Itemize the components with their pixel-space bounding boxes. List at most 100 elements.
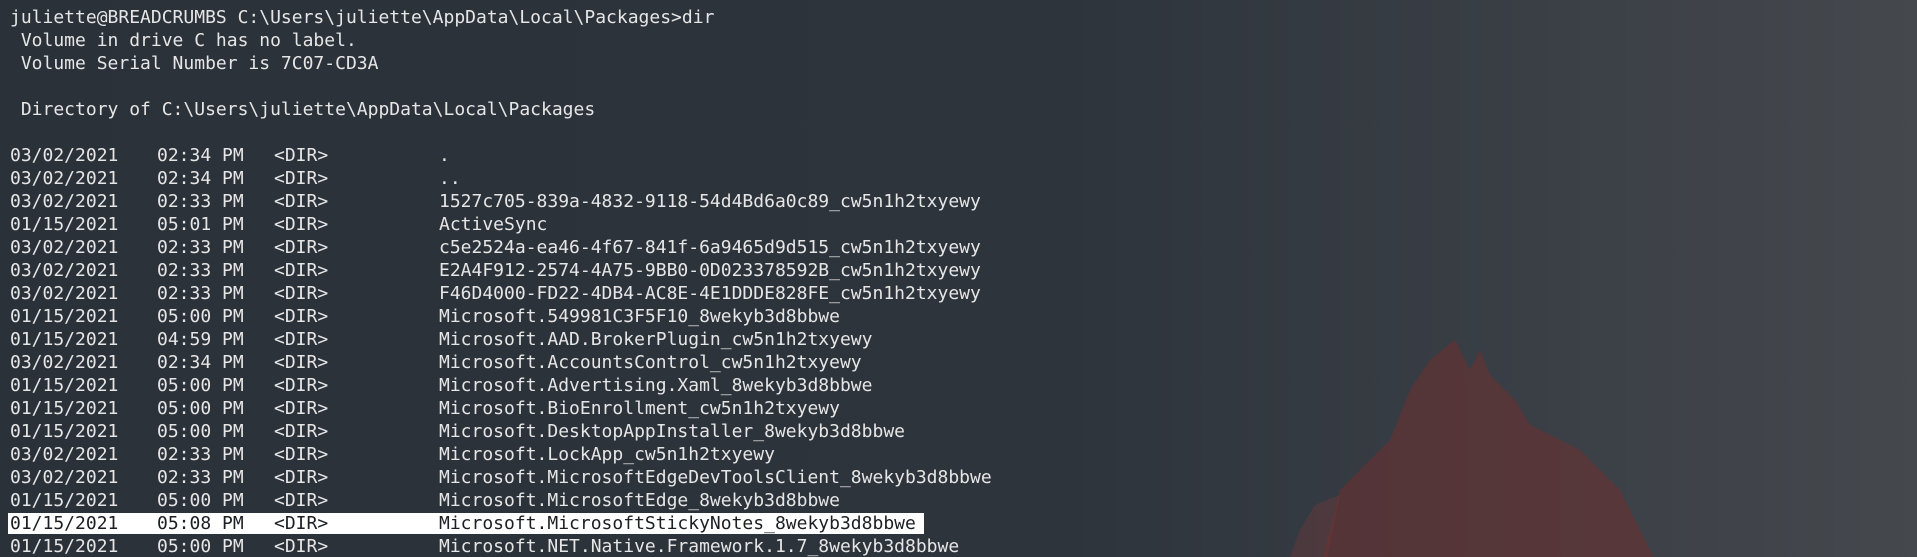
- entry-time: 02:34 PM: [157, 145, 244, 166]
- directory-entry[interactable]: 03/02/2021 02:33 PM <DIR> 1527c705-839a-483…: [10, 190, 1917, 213]
- entry-date: 01/15/2021: [10, 536, 119, 557]
- entry-time: 05:08 PM: [157, 513, 244, 534]
- entry-type: <DIR>: [274, 421, 329, 442]
- entry-type: <DIR>: [274, 398, 329, 419]
- entry-date: 03/02/2021: [10, 260, 119, 281]
- directory-entry[interactable]: 01/15/2021 05:00 PM <DIR> Microsoft.Desktop…: [10, 420, 1917, 443]
- directory-entry[interactable]: 03/02/2021 02:33 PM <DIR> Microsoft.LockApp…: [10, 443, 1917, 466]
- entry-time: 05:00 PM: [157, 421, 244, 442]
- entry-time: 05:01 PM: [157, 214, 244, 235]
- entry-name: ActiveSync: [439, 214, 548, 235]
- entry-date: 03/02/2021: [10, 237, 119, 258]
- entry-time: 02:33 PM: [157, 467, 244, 488]
- entry-time: 04:59 PM: [157, 329, 244, 350]
- directory-listing: 03/02/2021 02:34 PM <DIR>. 03/02/2021 02:34 …: [8, 144, 1917, 557]
- entry-type: <DIR>: [274, 444, 329, 465]
- volume-label-line: Volume in drive C has no label.: [10, 30, 357, 51]
- directory-entry[interactable]: 01/15/2021 05:00 PM <DIR> Microsoft.Microso…: [10, 489, 1917, 512]
- entry-type: <DIR>: [274, 260, 329, 281]
- directory-entry[interactable]: 03/02/2021 02:33 PM <DIR> F46D4000-FD22-4DB…: [10, 282, 1917, 305]
- entry-date: 03/02/2021: [10, 283, 119, 304]
- entry-date: 03/02/2021: [10, 145, 119, 166]
- entry-name: 1527c705-839a-4832-9118-54d4Bd6a0c89_cw5…: [439, 191, 981, 212]
- directory-entry[interactable]: 01/15/2021 05:00 PM <DIR> Microsoft.549981C…: [10, 305, 1917, 328]
- entry-name: E2A4F912-2574-4A75-9BB0-0D023378592B_cw5…: [439, 260, 981, 281]
- entry-name: Microsoft.AAD.BrokerPlugin_cw5n1h2txyewy: [439, 329, 873, 350]
- header-block: juliette@BREADCRUMBS C:\Users\juliette\A…: [10, 6, 1917, 144]
- entry-type: <DIR>: [274, 329, 329, 350]
- directory-entry[interactable]: 01/15/2021 05:01 PM <DIR> ActiveSync: [10, 213, 1917, 236]
- directory-of-line: Directory of C:\Users\juliette\AppData\L…: [10, 99, 596, 120]
- directory-entry[interactable]: 01/15/2021 04:59 PM <DIR> Microsoft.AAD.Bro…: [10, 328, 1917, 351]
- entry-name: ..: [439, 168, 461, 189]
- entry-time: 05:00 PM: [157, 490, 244, 511]
- directory-entry[interactable]: 03/02/2021 02:33 PM <DIR> Microsoft.Microso…: [10, 466, 1917, 489]
- entry-type: <DIR>: [274, 490, 329, 511]
- directory-entry[interactable]: 01/15/2021 05:00 PM <DIR> Microsoft.BioEnro…: [10, 397, 1917, 420]
- directory-entry[interactable]: 03/02/2021 02:34 PM <DIR> Microsoft.Account…: [10, 351, 1917, 374]
- entry-type: <DIR>: [274, 536, 329, 557]
- entry-time: 05:00 PM: [157, 375, 244, 396]
- entry-name: Microsoft.DesktopAppInstaller_8wekyb3d8b…: [439, 421, 905, 442]
- entry-date: 01/15/2021: [10, 513, 119, 534]
- entry-time: 02:33 PM: [157, 237, 244, 258]
- entry-date: 01/15/2021: [10, 329, 119, 350]
- entry-type: <DIR>: [274, 467, 329, 488]
- entry-time: 05:00 PM: [157, 306, 244, 327]
- entry-name: Microsoft.549981C3F5F10_8wekyb3d8bbwe: [439, 306, 840, 327]
- entry-time: 02:34 PM: [157, 352, 244, 373]
- entry-date: 01/15/2021: [10, 306, 119, 327]
- directory-entry-selected[interactable]: 01/15/2021 05:08 PM <DIR> Microsoft.Microso…: [8, 512, 1917, 535]
- directory-entry[interactable]: 03/02/2021 02:34 PM <DIR>..: [10, 167, 1917, 190]
- entry-type: <DIR>: [274, 352, 329, 373]
- entry-type: <DIR>: [274, 306, 329, 327]
- entry-name: .: [439, 145, 450, 166]
- prompt-line: juliette@BREADCRUMBS C:\Users\juliette\A…: [10, 7, 715, 28]
- terminal-output: juliette@BREADCRUMBS C:\Users\juliette\A…: [8, 6, 1917, 557]
- entry-date: 03/02/2021: [10, 444, 119, 465]
- entry-name: Microsoft.MicrosoftEdgeDevToolsClient_8w…: [439, 467, 992, 488]
- entry-time: 02:33 PM: [157, 283, 244, 304]
- terminal-window[interactable]: juliette@BREADCRUMBS C:\Users\juliette\A…: [0, 0, 1917, 557]
- entry-date: 03/02/2021: [10, 352, 119, 373]
- entry-time: 02:33 PM: [157, 260, 244, 281]
- entry-type: <DIR>: [274, 168, 329, 189]
- entry-type: <DIR>: [274, 237, 329, 258]
- entry-type: <DIR>: [274, 513, 329, 534]
- entry-time: 05:00 PM: [157, 398, 244, 419]
- entry-date: 01/15/2021: [10, 214, 119, 235]
- entry-name: Microsoft.MicrosoftEdge_8wekyb3d8bbwe: [439, 490, 840, 511]
- directory-entry[interactable]: 03/02/2021 02:33 PM <DIR> E2A4F912-2574-4A7…: [10, 259, 1917, 282]
- entry-date: 01/15/2021: [10, 490, 119, 511]
- entry-time: 05:00 PM: [157, 536, 244, 557]
- entry-type: <DIR>: [274, 283, 329, 304]
- entry-name: Microsoft.AccountsControl_cw5n1h2txyewy: [439, 352, 862, 373]
- entry-date: 01/15/2021: [10, 375, 119, 396]
- entry-date: 01/15/2021: [10, 398, 119, 419]
- entry-name: Microsoft.BioEnrollment_cw5n1h2txyewy: [439, 398, 840, 419]
- directory-entry[interactable]: 03/02/2021 02:34 PM <DIR>.: [10, 144, 1917, 167]
- entry-time: 02:33 PM: [157, 444, 244, 465]
- entry-type: <DIR>: [274, 145, 329, 166]
- directory-entry[interactable]: 01/15/2021 05:00 PM <DIR> Microsoft.NET.Nat…: [10, 535, 1917, 557]
- volume-serial-line: Volume Serial Number is 7C07-CD3A: [10, 53, 379, 74]
- entry-name: Microsoft.MicrosoftStickyNotes_8wekyb3d8…: [439, 513, 916, 534]
- entry-type: <DIR>: [274, 191, 329, 212]
- entry-name: c5e2524a-ea46-4f67-841f-6a9465d9d515_cw5…: [439, 237, 981, 258]
- entry-date: 03/02/2021: [10, 168, 119, 189]
- entry-name: Microsoft.NET.Native.Framework.1.7_8weky…: [439, 536, 960, 557]
- entry-type: <DIR>: [274, 214, 329, 235]
- directory-entry[interactable]: 01/15/2021 05:00 PM <DIR> Microsoft.Adverti…: [10, 374, 1917, 397]
- entry-date: 03/02/2021: [10, 191, 119, 212]
- entry-name: F46D4000-FD22-4DB4-AC8E-4E1DDDE828FE_cw5…: [439, 283, 981, 304]
- entry-time: 02:33 PM: [157, 191, 244, 212]
- entry-type: <DIR>: [274, 375, 329, 396]
- entry-date: 03/02/2021: [10, 467, 119, 488]
- entry-time: 02:34 PM: [157, 168, 244, 189]
- entry-name: Microsoft.Advertising.Xaml_8wekyb3d8bbwe: [439, 375, 873, 396]
- entry-date: 01/15/2021: [10, 421, 119, 442]
- directory-entry[interactable]: 03/02/2021 02:33 PM <DIR> c5e2524a-ea46-4f6…: [10, 236, 1917, 259]
- entry-name: Microsoft.LockApp_cw5n1h2txyewy: [439, 444, 775, 465]
